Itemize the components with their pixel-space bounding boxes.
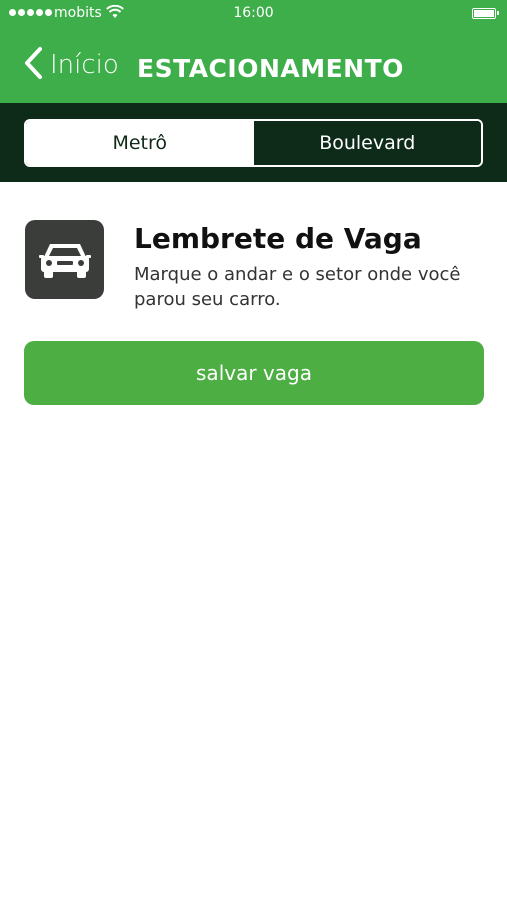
segmented-control: Metrô Boulevard xyxy=(24,119,483,167)
navigation-bar: Início ESTACIONAMENTO xyxy=(0,27,507,103)
page-title: ESTACIONAMENTO xyxy=(137,54,404,83)
back-button[interactable]: Início xyxy=(22,27,119,103)
chevron-left-icon xyxy=(22,46,44,84)
car-icon xyxy=(25,220,104,299)
clock: 16:00 xyxy=(233,5,274,21)
reminder-description: Marque o andar e o setor onde você parou… xyxy=(134,264,461,310)
segment-boulevard[interactable]: Boulevard xyxy=(253,121,481,165)
save-spot-button[interactable]: salvar vaga xyxy=(24,341,484,405)
back-label: Início xyxy=(50,50,119,80)
segment-metro[interactable]: Metrô xyxy=(26,121,254,165)
battery-icon xyxy=(472,8,499,19)
reminder-title: Lembrete de Vaga xyxy=(134,222,422,255)
segment-bar: Metrô Boulevard xyxy=(0,103,507,182)
status-bar: mobits 16:00 xyxy=(0,0,507,27)
